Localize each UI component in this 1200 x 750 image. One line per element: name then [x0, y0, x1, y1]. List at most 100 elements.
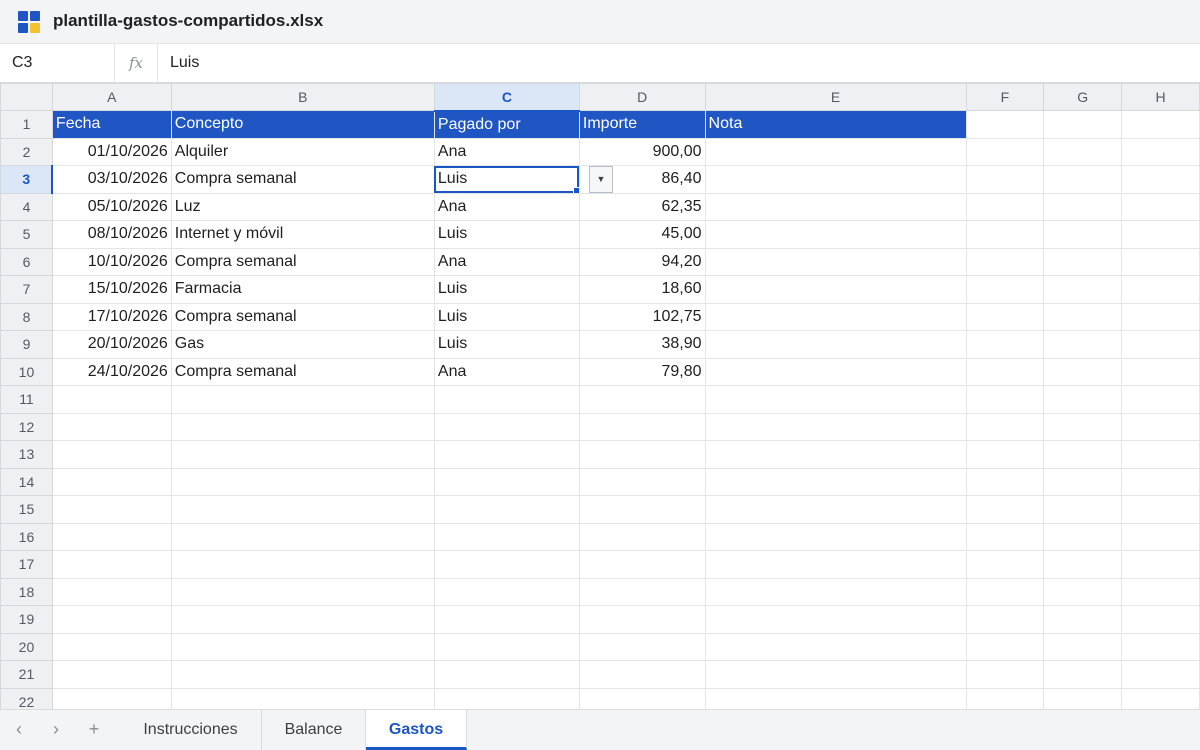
cell-e12[interactable] — [704, 412, 967, 441]
cell-f12[interactable] — [965, 412, 1045, 441]
cell-d13[interactable] — [578, 440, 706, 469]
cell-b15[interactable] — [170, 495, 435, 524]
prev-sheet-icon[interactable]: ‹ — [9, 719, 29, 740]
cell-g16[interactable] — [1043, 522, 1123, 551]
cell-c1[interactable]: Pagado por — [433, 110, 580, 139]
cell-a21[interactable] — [51, 660, 172, 689]
cell-b7[interactable]: Farmacia — [170, 275, 435, 304]
cell-d8[interactable]: 102,75 — [578, 302, 706, 331]
cell-d6[interactable]: 94,20 — [578, 247, 706, 276]
cell-g12[interactable] — [1043, 412, 1123, 441]
cell-g22[interactable] — [1043, 687, 1123, 709]
cell-e2[interactable] — [704, 137, 967, 166]
cell-c6[interactable]: Ana — [433, 247, 580, 276]
cell-b14[interactable] — [170, 467, 435, 496]
cell-h11[interactable] — [1121, 385, 1200, 414]
cell-a16[interactable] — [51, 522, 172, 551]
row-header[interactable]: 1 — [0, 110, 53, 139]
cell-a6[interactable]: 10/10/2026 — [51, 247, 172, 276]
cell-a5[interactable]: 08/10/2026 — [51, 220, 172, 249]
row-header[interactable]: 16 — [0, 522, 53, 551]
cell-c10[interactable]: Ana — [433, 357, 580, 386]
row-header[interactable]: 2 — [0, 137, 53, 166]
next-sheet-icon[interactable]: › — [46, 719, 66, 740]
cell-g9[interactable] — [1043, 330, 1123, 359]
cell-h1[interactable] — [1121, 110, 1200, 139]
cell-f22[interactable] — [965, 687, 1045, 709]
cell-g2[interactable] — [1043, 137, 1123, 166]
cell-g19[interactable] — [1043, 605, 1123, 634]
cell-a19[interactable] — [51, 605, 172, 634]
cell-h20[interactable] — [1121, 632, 1200, 661]
cell-h19[interactable] — [1121, 605, 1200, 634]
cell-b21[interactable] — [170, 660, 435, 689]
row-header[interactable]: 20 — [0, 632, 53, 661]
cell-d12[interactable] — [578, 412, 706, 441]
select-all-corner[interactable] — [0, 83, 53, 111]
cell-a10[interactable]: 24/10/2026 — [51, 357, 172, 386]
cell-a13[interactable] — [51, 440, 172, 469]
cell-e17[interactable] — [704, 550, 967, 579]
cell-a22[interactable] — [51, 687, 172, 709]
cell-c2[interactable]: Ana — [433, 137, 580, 166]
column-header-g[interactable]: G — [1043, 83, 1123, 111]
cell-f21[interactable] — [965, 660, 1045, 689]
tab-gastos[interactable]: Gastos — [366, 710, 467, 750]
formula-input[interactable]: Luis — [170, 54, 199, 72]
cell-b11[interactable] — [170, 385, 435, 414]
cell-f13[interactable] — [965, 440, 1045, 469]
row-header[interactable]: 11 — [0, 385, 53, 414]
cell-a18[interactable] — [51, 577, 172, 606]
cell-a8[interactable]: 17/10/2026 — [51, 302, 172, 331]
cell-d11[interactable] — [578, 385, 706, 414]
row-header[interactable]: 17 — [0, 550, 53, 579]
cell-c22[interactable] — [433, 687, 580, 709]
cell-h21[interactable] — [1121, 660, 1200, 689]
cell-e5[interactable] — [704, 220, 967, 249]
cell-d9[interactable]: 38,90 — [578, 330, 706, 359]
cell-g15[interactable] — [1043, 495, 1123, 524]
cell-g3[interactable] — [1043, 165, 1123, 194]
cell-h22[interactable] — [1121, 687, 1200, 709]
cell-h10[interactable] — [1121, 357, 1200, 386]
cell-g1[interactable] — [1043, 110, 1123, 139]
cell-d2[interactable]: 900,00 — [578, 137, 706, 166]
cell-g10[interactable] — [1043, 357, 1123, 386]
fill-handle[interactable] — [572, 186, 579, 193]
cell-c15[interactable] — [433, 495, 580, 524]
cell-d14[interactable] — [578, 467, 706, 496]
cell-b12[interactable] — [170, 412, 435, 441]
cell-h14[interactable] — [1121, 467, 1200, 496]
row-header[interactable]: 8 — [0, 302, 53, 331]
cell-g11[interactable] — [1043, 385, 1123, 414]
cell-d7[interactable]: 18,60 — [578, 275, 706, 304]
cell-g7[interactable] — [1043, 275, 1123, 304]
cell-c18[interactable] — [433, 577, 580, 606]
cell-g13[interactable] — [1043, 440, 1123, 469]
cell-b3[interactable]: Compra semanal — [170, 165, 435, 194]
cell-a7[interactable]: 15/10/2026 — [51, 275, 172, 304]
cell-a15[interactable] — [51, 495, 172, 524]
cell-f18[interactable] — [965, 577, 1045, 606]
cell-f9[interactable] — [965, 330, 1045, 359]
cell-c16[interactable] — [433, 522, 580, 551]
cell-b9[interactable]: Gas — [170, 330, 435, 359]
row-header[interactable]: 19 — [0, 605, 53, 634]
cell-e3[interactable] — [704, 165, 967, 194]
cell-f6[interactable] — [965, 247, 1045, 276]
cell-b18[interactable] — [170, 577, 435, 606]
cell-h9[interactable] — [1121, 330, 1200, 359]
cell-g18[interactable] — [1043, 577, 1123, 606]
cell-h2[interactable] — [1121, 137, 1200, 166]
cell-dropdown-button[interactable]: ▼ — [589, 166, 613, 193]
cell-b8[interactable]: Compra semanal — [170, 302, 435, 331]
cell-f19[interactable] — [965, 605, 1045, 634]
cell-f20[interactable] — [965, 632, 1045, 661]
cell-e1[interactable]: Nota — [704, 110, 967, 139]
cell-e7[interactable] — [704, 275, 967, 304]
cell-c8[interactable]: Luis — [433, 302, 580, 331]
cell-c11[interactable] — [433, 385, 580, 414]
cell-b16[interactable] — [170, 522, 435, 551]
cell-h13[interactable] — [1121, 440, 1200, 469]
cell-b17[interactable] — [170, 550, 435, 579]
